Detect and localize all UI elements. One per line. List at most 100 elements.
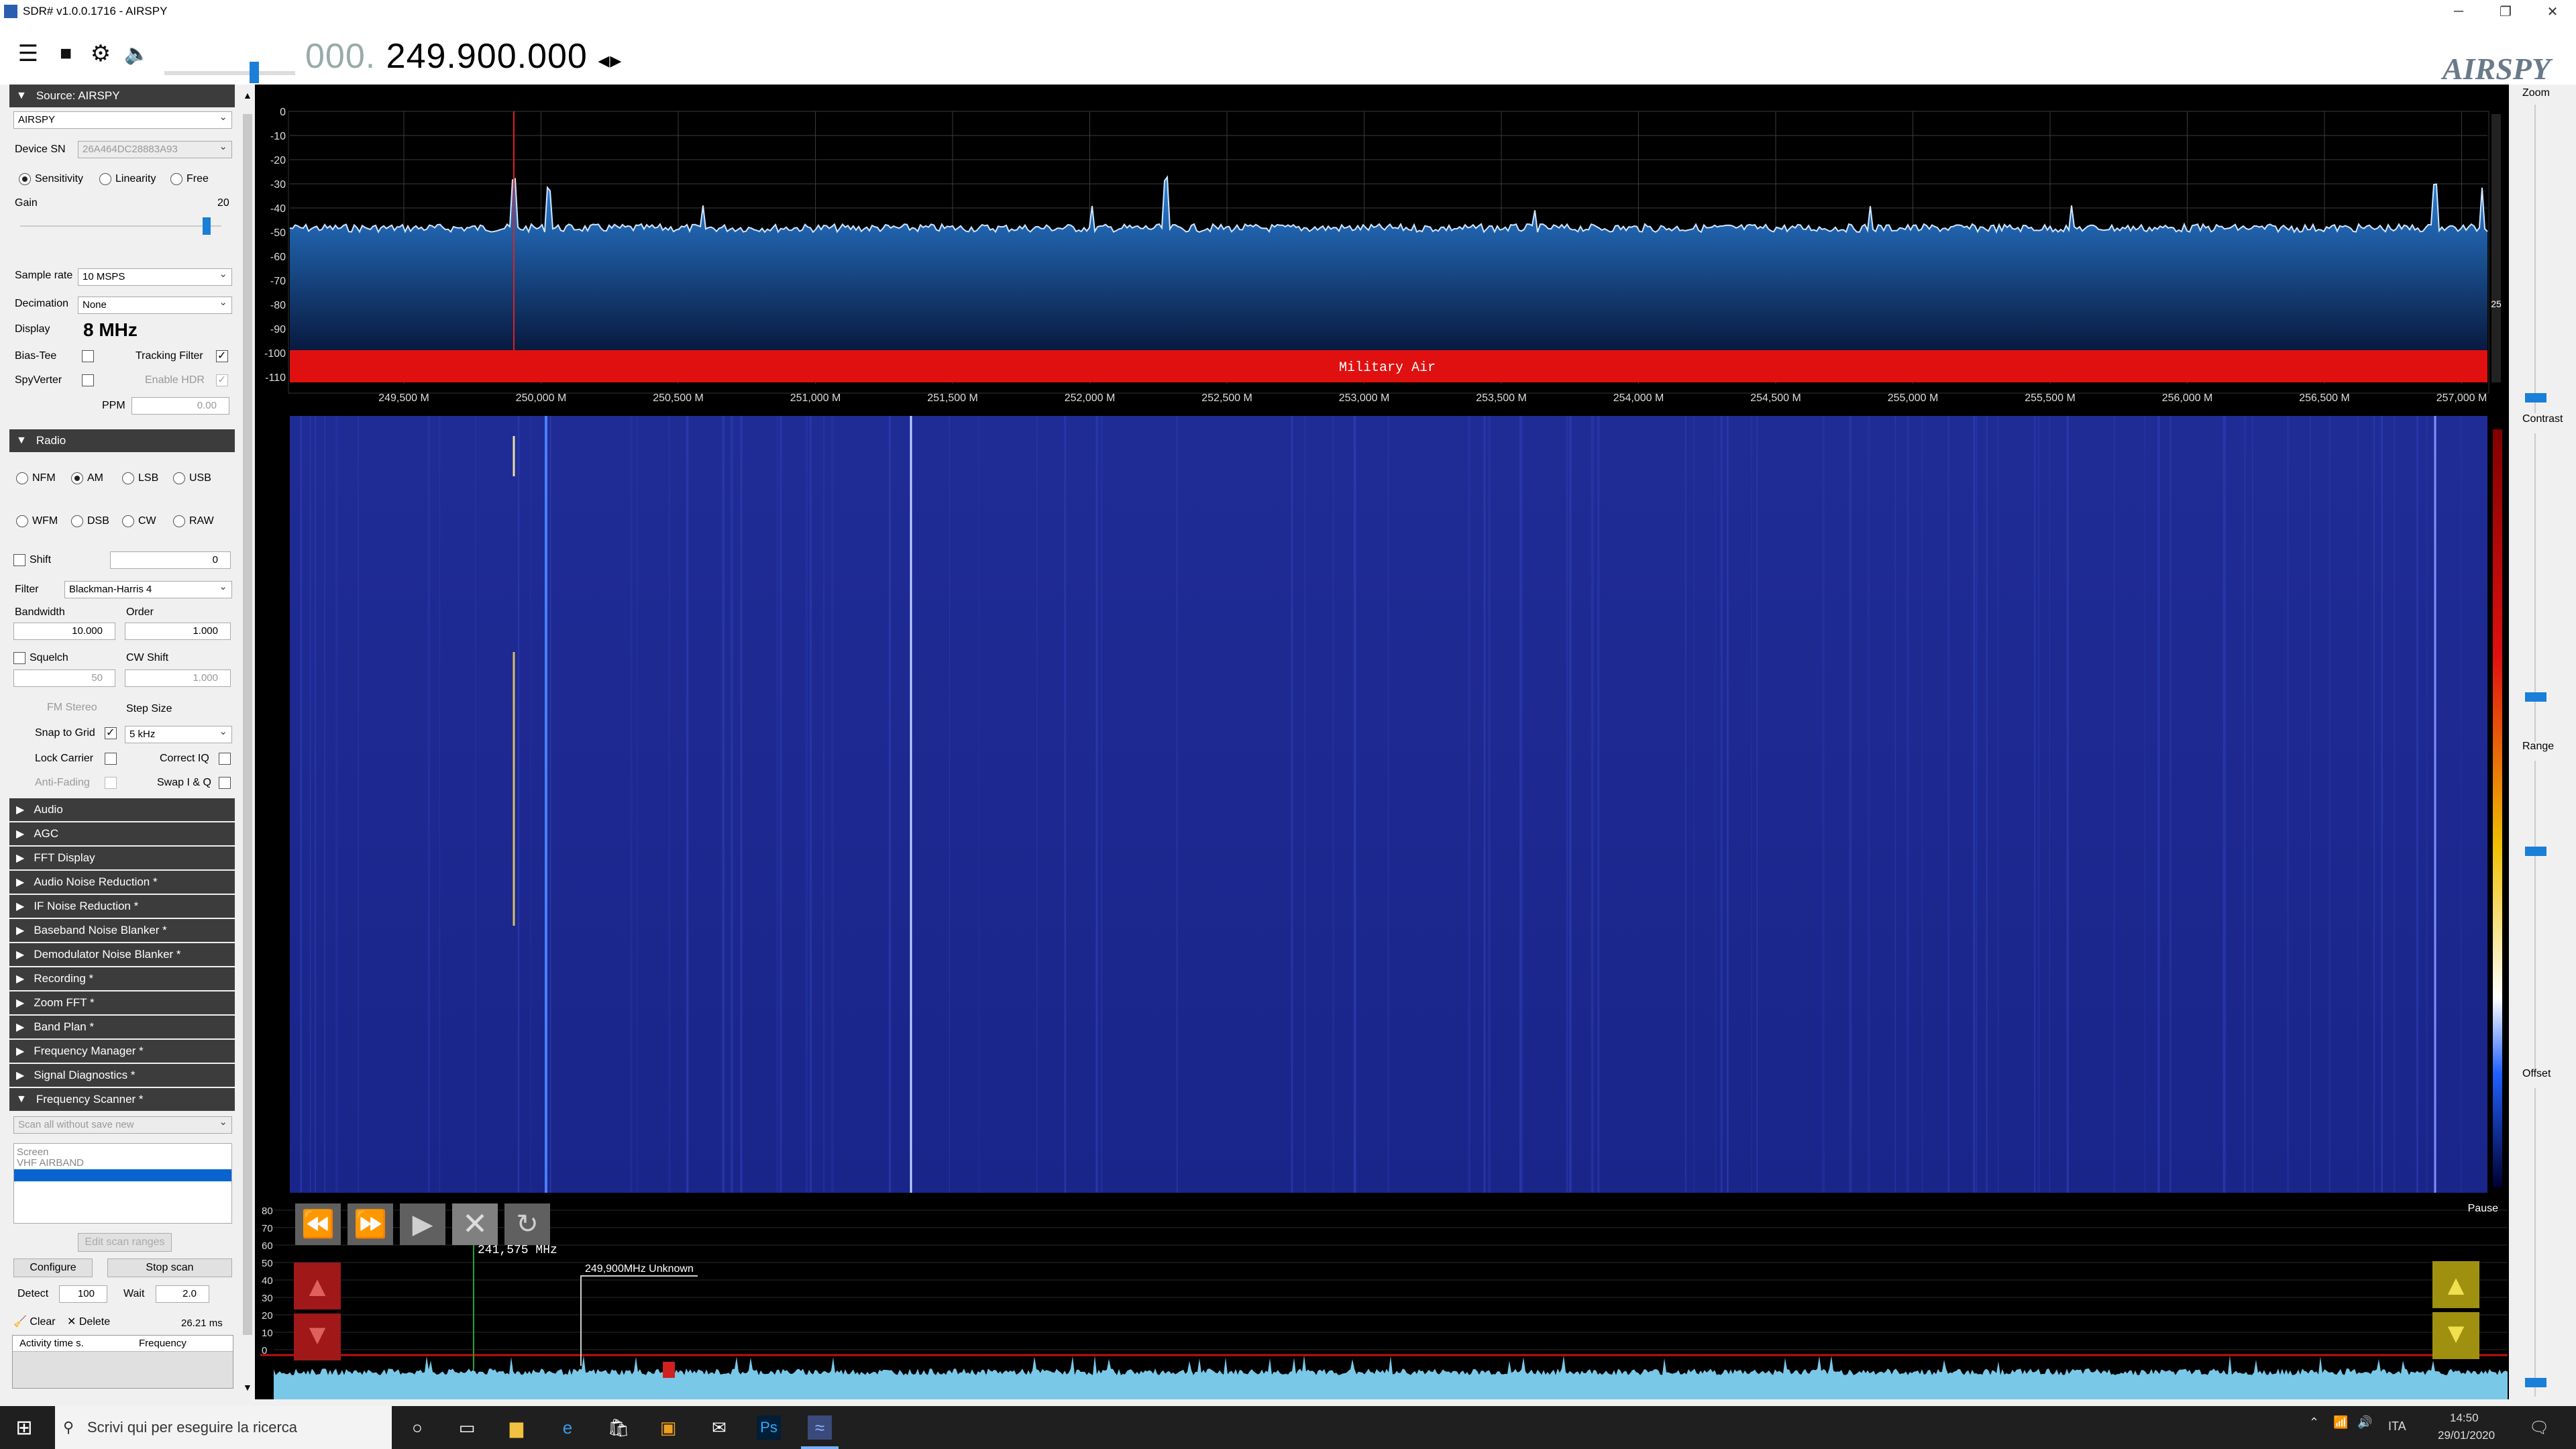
waterfall-display[interactable] [260, 416, 2508, 1193]
col-activity[interactable]: Activity time s. [19, 1338, 84, 1349]
shift-checkbox[interactable] [13, 554, 25, 566]
panel-demodulator-noise-blanker[interactable]: ▶ Demodulator Noise Blanker * [9, 943, 235, 966]
order-field[interactable]: 1.000 [125, 623, 231, 640]
panel-baseband-noise-blanker[interactable]: ▶ Baseband Noise Blanker * [9, 919, 235, 942]
list-item[interactable]: Screen [17, 1146, 49, 1158]
spyverter-checkbox[interactable] [82, 374, 94, 386]
stop-scan-x-button[interactable]: ✕ [452, 1203, 498, 1245]
panel-audio-noise-reduction[interactable]: ▶ Audio Noise Reduction * [9, 871, 235, 894]
file-explorer-icon[interactable]: ▆ [504, 1415, 529, 1440]
scan-mode-select[interactable]: Scan all without save new [13, 1116, 232, 1134]
wait-field[interactable]: 2.0 [156, 1285, 209, 1303]
radio-usb[interactable] [173, 472, 185, 484]
col-frequency[interactable]: Frequency [139, 1338, 186, 1349]
left-panel-scrollbar[interactable]: ▲ ▼ [240, 85, 255, 1399]
radio-dsb[interactable] [71, 515, 83, 527]
panel-fft-display[interactable]: ▶ FFT Display [9, 847, 235, 869]
task-view-icon[interactable]: ▭ [455, 1415, 479, 1440]
volume-slider[interactable] [164, 62, 295, 83]
panel-band-plan[interactable]: ▶ Band Plan * [9, 1016, 235, 1038]
cw-shift-field[interactable]: 1.000 [125, 669, 231, 687]
sdrsharp-icon[interactable]: ≈ [808, 1415, 832, 1440]
clear-button[interactable]: 🧹 Clear [13, 1315, 56, 1328]
bandwidth-field[interactable]: 10.000 [13, 623, 115, 640]
source-panel-header[interactable]: ▼ Source: AIRSPY [9, 85, 235, 107]
rewind-button[interactable]: ⏪ [295, 1203, 341, 1245]
edit-scan-ranges-button[interactable]: Edit scan ranges [78, 1233, 172, 1252]
play-button[interactable]: ▶ [400, 1203, 445, 1245]
app-folder-icon[interactable]: ▣ [656, 1415, 680, 1440]
sample-rate-select[interactable]: 10 MSPS [78, 268, 232, 286]
step-size-select[interactable]: 5 kHz [125, 725, 232, 743]
radio-free[interactable] [170, 173, 182, 185]
radio-lsb[interactable] [122, 472, 134, 484]
minimize-button[interactable]: ─ [2435, 0, 2482, 23]
store-icon[interactable]: 🛍 [606, 1415, 631, 1440]
zoom-slider-thumb[interactable] [2525, 393, 2546, 402]
loop-button[interactable]: ↻ [504, 1203, 550, 1245]
stop-icon[interactable]: ■ [52, 40, 79, 67]
panel-frequency-manager[interactable]: ▶ Frequency Manager * [9, 1040, 235, 1063]
offset-slider[interactable] [2534, 1088, 2536, 1397]
notifications-icon[interactable]: 🗨 [2529, 1418, 2549, 1438]
stop-scan-button[interactable]: Stop scan [107, 1258, 232, 1277]
snap-to-grid-checkbox[interactable] [105, 726, 117, 739]
panel-signal-diagnostics[interactable]: ▶ Signal Diagnostics * [9, 1064, 235, 1087]
mail-icon[interactable]: ✉ [707, 1415, 731, 1440]
fast-forward-button[interactable]: ⏩ [347, 1203, 393, 1245]
windows-start-icon[interactable]: ⊞ [12, 1415, 36, 1440]
cortana-icon[interactable]: ○ [405, 1415, 429, 1440]
range-slider-thumb[interactable] [2525, 847, 2546, 856]
radio-sensitivity[interactable] [19, 173, 31, 185]
level-up-right-button[interactable]: ▲ [2432, 1261, 2479, 1308]
radio-linearity[interactable] [99, 173, 111, 185]
scroll-down-icon[interactable]: ▼ [243, 1382, 252, 1393]
pause-label[interactable]: Pause [2468, 1203, 2498, 1214]
scroll-thumb[interactable] [243, 114, 252, 1335]
radio-cw[interactable] [122, 515, 134, 527]
range-slider[interactable] [2534, 761, 2536, 1069]
delete-button[interactable]: ✕ Delete [67, 1315, 110, 1328]
photoshop-icon[interactable]: Ps [757, 1415, 781, 1440]
maximize-button[interactable]: ❐ [2482, 0, 2529, 23]
radio-nfm[interactable] [16, 472, 28, 484]
level-down-left-button[interactable]: ▼ [294, 1313, 341, 1360]
spectrum-analyzer[interactable]: 0 -10 -20 -30 -40 -50 -60 -70 -80 -90 -100 -110 249… [260, 85, 2508, 411]
menu-icon[interactable]: ☰ [15, 40, 42, 67]
panel-if-noise-reduction[interactable]: ▶ IF Noise Reduction * [9, 895, 235, 918]
squelch-checkbox[interactable] [13, 652, 25, 664]
scanner-view[interactable]: 80 70 60 50 40 30 20 10 0 241,575 MHz 249,900MHz… [260, 1198, 2508, 1399]
ppm-field[interactable]: 0.00 [131, 397, 229, 415]
device-select[interactable]: AIRSPY [13, 111, 232, 129]
panel-agc[interactable]: ▶ AGC [9, 822, 235, 845]
clock-date[interactable]: 29/01/2020 [2438, 1429, 2495, 1442]
level-down-right-button[interactable]: ▼ [2432, 1312, 2479, 1359]
scan-ranges-list[interactable]: Screen VHF AIRBAND UHF MILITARY [13, 1143, 232, 1224]
level-up-left-button[interactable]: ▲ [294, 1263, 341, 1309]
tracking-filter-checkbox[interactable] [216, 349, 228, 362]
panel-recording[interactable]: ▶ Recording * [9, 967, 235, 990]
network-icon[interactable]: 📶 [2333, 1415, 2348, 1430]
radio-wfm[interactable] [16, 515, 28, 527]
swap-iq-checkbox[interactable] [219, 777, 231, 789]
shift-field[interactable]: 0 [110, 551, 231, 569]
radio-raw[interactable] [173, 515, 185, 527]
tune-arrows-icon[interactable]: ◂▸ [598, 48, 622, 73]
offset-slider-thumb[interactable] [2525, 1378, 2546, 1387]
edge-browser-icon[interactable]: e [555, 1415, 580, 1440]
squelch-field[interactable]: 50 [13, 669, 115, 687]
volume-tray-icon[interactable]: 🔊 [2357, 1415, 2372, 1430]
gain-slider[interactable] [20, 217, 221, 235]
panel-audio[interactable]: ▶ Audio [9, 798, 235, 821]
activity-table[interactable]: Activity time s. Frequency [12, 1335, 233, 1389]
language-indicator[interactable]: ITA [2388, 1419, 2406, 1434]
configure-button[interactable]: Configure [13, 1258, 93, 1277]
frequency-display[interactable]: 000. 249.900.000 ◂▸ [305, 36, 622, 76]
filter-select[interactable]: Blackman-Harris 4 [64, 580, 232, 598]
gear-icon[interactable]: ⚙ [87, 40, 114, 67]
taskbar-search[interactable]: ⚲ Scrivi qui per eseguire la ricerca [55, 1406, 392, 1449]
close-button[interactable]: ✕ [2529, 0, 2576, 23]
decimation-select[interactable]: None [78, 296, 232, 314]
bias-tee-checkbox[interactable] [82, 350, 94, 362]
panel-frequency-scanner[interactable]: ▼ Frequency Scanner * [9, 1088, 235, 1111]
